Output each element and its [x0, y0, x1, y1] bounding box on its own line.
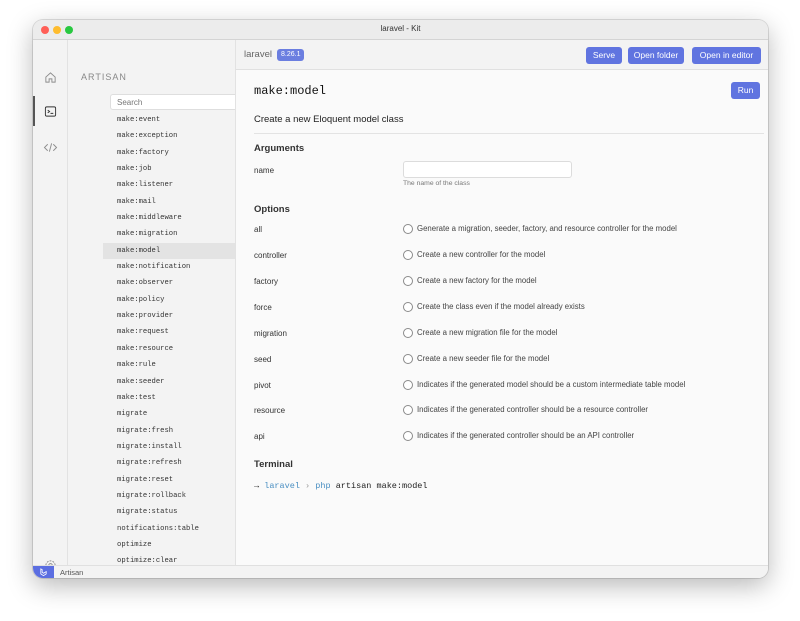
command-panel: make:model Run Create a new Eloquent mod…	[236, 70, 768, 565]
terminal-heading: Terminal	[254, 459, 293, 470]
option-description: Indicates if the generated controller sh…	[417, 405, 649, 414]
sidebar-command-item[interactable]: make:listener	[103, 177, 235, 193]
terminal-icon	[44, 105, 57, 117]
status-bar: Artisan	[33, 565, 768, 578]
status-app-button[interactable]	[33, 566, 54, 578]
open-folder-button[interactable]: Open folder	[628, 47, 684, 64]
option-label: resource	[254, 406, 286, 415]
sidebar-command-item[interactable]: migrate:reset	[103, 472, 235, 488]
option-all-radio[interactable]	[403, 224, 413, 234]
option-controller-radio[interactable]	[403, 250, 413, 260]
sidebar-command-item[interactable]: make:policy	[103, 292, 235, 308]
titlebar: laravel - Kit	[33, 20, 768, 40]
sidebar-command-item[interactable]: make:middleware	[103, 210, 235, 226]
sidebar-command-item[interactable]: optimize:clear	[103, 553, 235, 565]
sidebar-command-item[interactable]: make:migration	[103, 226, 235, 242]
search-input[interactable]	[110, 94, 235, 110]
options-heading: Options	[254, 204, 290, 215]
prompt-arrow: →	[254, 481, 260, 491]
nav-code[interactable]	[33, 132, 68, 162]
option-label: all	[254, 225, 263, 234]
option-label: factory	[254, 277, 279, 286]
open-in-editor-button[interactable]: Open in editor	[692, 47, 761, 64]
option-seed-radio[interactable]	[403, 354, 413, 364]
sidebar-command-item[interactable]: migrate:fresh	[103, 423, 235, 439]
sidebar-command-item[interactable]: make:model	[103, 242, 235, 260]
terminal-command: artisan make:model	[335, 481, 428, 491]
option-label: api	[254, 432, 265, 441]
option-factory-radio[interactable]	[403, 276, 413, 286]
option-description: Create a new migration file for the mode…	[417, 328, 558, 337]
serve-button[interactable]: Serve	[586, 47, 622, 64]
sidebar-command-item[interactable]: make:factory	[103, 145, 235, 161]
option-pivot-radio[interactable]	[403, 380, 413, 390]
sidebar-command-item[interactable]: make:mail	[103, 194, 235, 210]
code-icon	[43, 142, 58, 152]
window-title: laravel - Kit	[380, 24, 421, 33]
sidebar-command-item[interactable]: make:request	[103, 324, 235, 340]
run-button[interactable]: Run	[731, 82, 760, 99]
sidebar-command-item[interactable]: migrate:status	[103, 504, 235, 520]
arguments-heading: Arguments	[254, 143, 305, 154]
sidebar-command-item[interactable]: make:test	[103, 390, 235, 406]
sidebar-command-item[interactable]: make:job	[103, 161, 235, 177]
terminal-php: php	[315, 481, 331, 491]
project-header: laravel 8.26.1 Serve Open folder Open in…	[236, 40, 768, 70]
option-force-radio[interactable]	[403, 302, 413, 312]
home-icon	[45, 71, 56, 83]
sidebar-command-item[interactable]: make:rule	[103, 357, 235, 373]
sidebar-command-item[interactable]: optimize	[103, 537, 235, 553]
sidebar-command-item[interactable]: make:resource	[103, 341, 235, 357]
option-api-radio[interactable]	[403, 431, 413, 441]
option-label: controller	[254, 251, 287, 260]
option-description: Indicates if the generated model should …	[417, 380, 686, 389]
divider	[254, 133, 764, 134]
terminal-separator: ›	[305, 481, 311, 491]
command-list: make:event make:exception make:factory make…	[103, 112, 235, 565]
laravel-logo-icon	[40, 568, 47, 577]
argument-label-name: name	[254, 166, 275, 175]
argument-hint: The name of the class	[403, 180, 470, 187]
artisan-sidebar: ARTISAN make:eventmake:exceptionmake:fac…	[68, 40, 236, 565]
sidebar-command-item[interactable]: make:provider	[103, 308, 235, 324]
project-name: laravel	[244, 49, 272, 60]
sidebar-command-item[interactable]: make:notification	[103, 259, 235, 275]
sidebar-command-item[interactable]: make:exception	[103, 128, 235, 144]
sidebar-command-item[interactable]: make:seeder	[103, 374, 235, 390]
option-description: Create a new seeder file for the model	[417, 354, 550, 363]
command-description: Create a new Eloquent model class	[254, 114, 404, 125]
terminal-dir: laravel	[264, 481, 300, 491]
option-label: force	[254, 303, 272, 312]
sidebar-command-item[interactable]: migrate:refresh	[103, 455, 235, 471]
nav-artisan[interactable]	[33, 96, 68, 126]
argument-name-input[interactable]	[403, 161, 572, 178]
app-window: laravel - Kit ARTISAN make:eventmake:exc…	[33, 20, 768, 578]
sidebar-command-item[interactable]: migrate:install	[103, 439, 235, 455]
nav-home[interactable]	[33, 62, 68, 92]
sidebar-command-item[interactable]: notifications:table	[103, 521, 235, 537]
sidebar-command-item[interactable]: make:event	[103, 112, 235, 128]
command-title: make:model	[254, 84, 327, 98]
option-description: Create a new controller for the model	[417, 250, 546, 259]
sidebar-command-item[interactable]: migrate	[103, 406, 235, 422]
option-resource-radio[interactable]	[403, 405, 413, 415]
option-description: Create a new factory for the model	[417, 276, 537, 285]
option-label: migration	[254, 329, 287, 338]
option-description: Generate a migration, seeder, factory, a…	[417, 224, 677, 233]
sidebar-command-item[interactable]: migrate:rollback	[103, 488, 235, 504]
option-description: Create the class even if the model alrea…	[417, 302, 585, 311]
sidebar-title: ARTISAN	[81, 72, 127, 82]
terminal-output: → laravel › php artisan make:model	[254, 481, 428, 491]
status-label: Artisan	[60, 568, 84, 577]
version-badge: 8.26.1	[277, 49, 305, 61]
sidebar-command-item[interactable]: make:observer	[103, 275, 235, 291]
option-label: seed	[254, 355, 272, 364]
option-label: pivot	[254, 381, 271, 390]
option-description: Indicates if the generated controller sh…	[417, 431, 635, 440]
icon-sidebar	[33, 40, 68, 571]
option-migration-radio[interactable]	[403, 328, 413, 338]
